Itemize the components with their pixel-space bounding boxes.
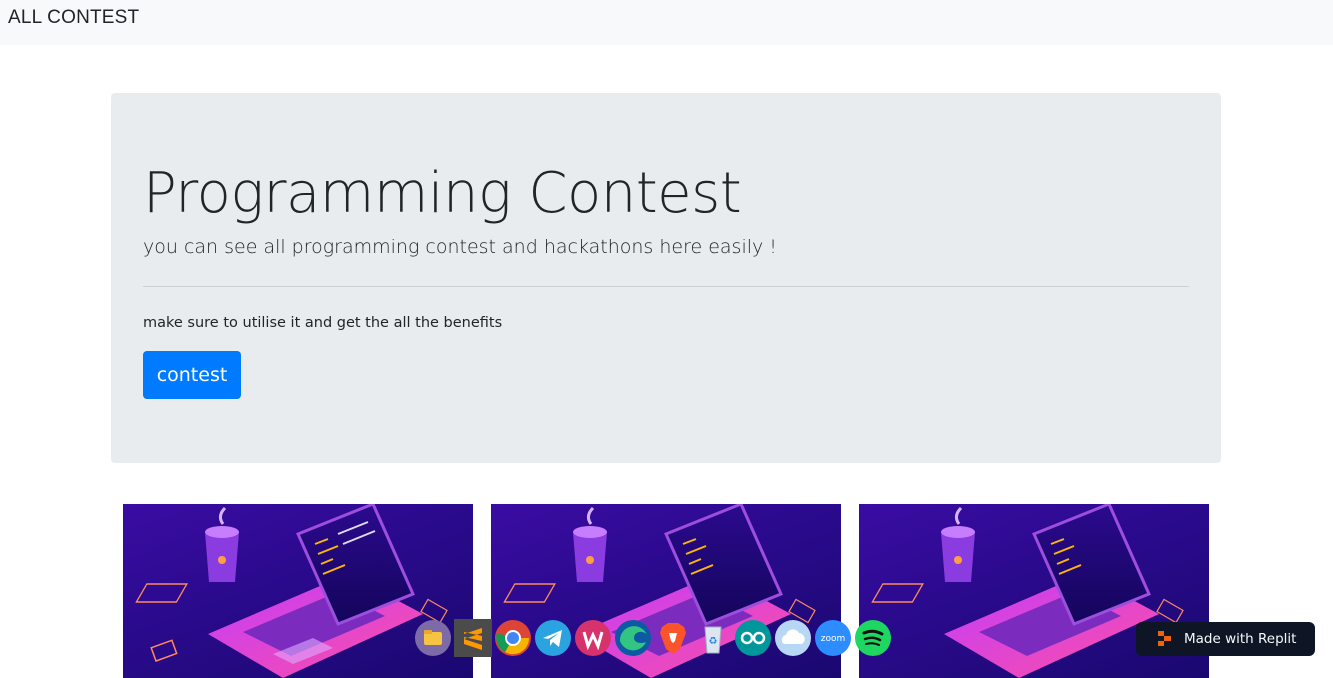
contest-button[interactable]: contest xyxy=(143,351,241,399)
divider xyxy=(143,286,1189,287)
arduino-icon[interactable] xyxy=(733,618,773,658)
sublime-text-icon[interactable] xyxy=(453,618,493,658)
wps-office-icon[interactable] xyxy=(573,618,613,658)
replit-badge-label: Made with Replit xyxy=(1184,631,1297,647)
replit-logo-icon xyxy=(1158,631,1171,646)
navbar-brand[interactable]: ALL CONTEST xyxy=(8,7,139,29)
brave-icon[interactable] xyxy=(653,618,693,658)
edge-icon[interactable] xyxy=(613,618,653,658)
chrome-icon[interactable] xyxy=(493,618,533,658)
description-text: make sure to utilise it and get the all … xyxy=(143,315,503,331)
navbar: ALL CONTEST xyxy=(0,0,1333,45)
taskbar-dock: ♻ zoom xyxy=(413,618,893,658)
recycle-bin-icon[interactable]: ♻ xyxy=(693,618,733,658)
svg-text:♻: ♻ xyxy=(709,636,718,647)
telegram-icon[interactable] xyxy=(533,618,573,658)
zoom-icon[interactable]: zoom xyxy=(813,618,853,658)
zoom-label: zoom xyxy=(821,634,846,644)
made-with-replit-badge[interactable]: Made with Replit xyxy=(1136,622,1315,656)
spotify-icon[interactable] xyxy=(853,618,893,658)
lead-text: you can see all programming contest and … xyxy=(143,236,777,258)
page-title: Programming Contest xyxy=(143,161,742,226)
jumbotron: Programming Contest you can see all prog… xyxy=(111,93,1221,463)
file-manager-icon[interactable] xyxy=(413,618,453,658)
icloud-icon[interactable] xyxy=(773,618,813,658)
